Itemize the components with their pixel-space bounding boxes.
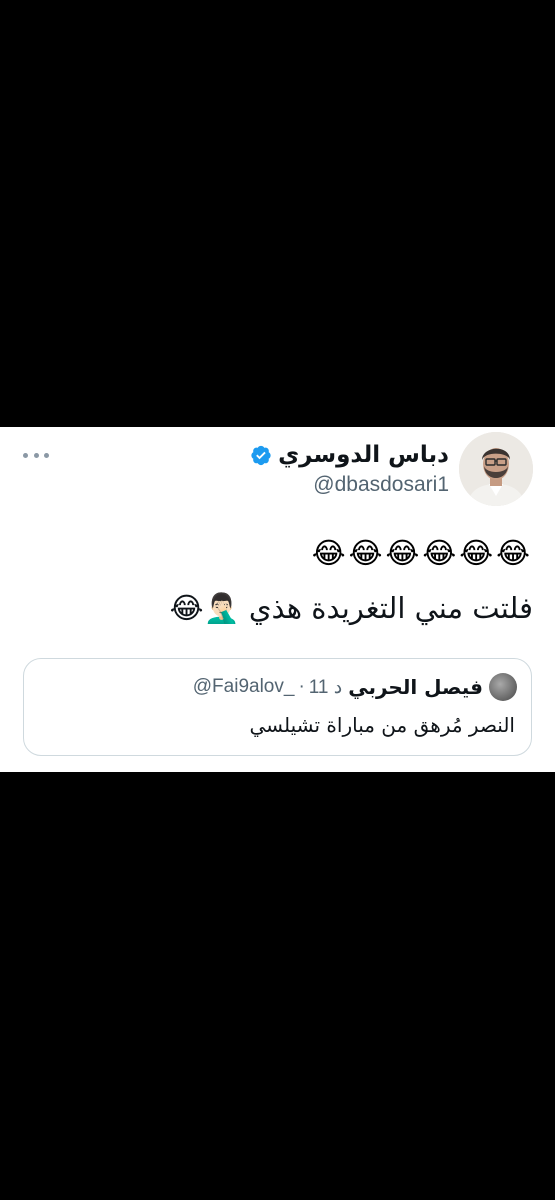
author-name-row[interactable]: دباس الدوسري bbox=[250, 441, 449, 469]
quoted-author-avatar[interactable] bbox=[489, 673, 517, 701]
quoted-tweet-header: فيصل الحربي @Fai9alov_ · 11 د bbox=[193, 673, 517, 701]
quoted-tweet-time[interactable]: 11 د bbox=[309, 676, 342, 699]
verified-badge-icon bbox=[250, 444, 272, 466]
author-handle[interactable]: @dbasdosari1 bbox=[313, 472, 449, 498]
quoted-tweet-card[interactable]: فيصل الحربي @Fai9alov_ · 11 د النصر مُره… bbox=[23, 658, 532, 756]
author-avatar[interactable] bbox=[459, 432, 533, 506]
quoted-tweet-text: النصر مُرهق من مباراة تشيلسي bbox=[249, 713, 515, 737]
quoted-author-handle[interactable]: @Fai9alov_ bbox=[193, 676, 295, 698]
quoted-tweet-meta: @Fai9alov_ · 11 د bbox=[193, 676, 342, 699]
tweet-text: فلتت مني التغريدة هذي 🤦🏻‍♂️😂 bbox=[169, 591, 533, 625]
tweet-emoji-line: 😂😂😂😂😂😂 bbox=[311, 536, 533, 570]
dot bbox=[44, 452, 49, 458]
quoted-author-name[interactable]: فيصل الحربي bbox=[348, 675, 483, 699]
meta-separator: · bbox=[298, 676, 305, 697]
author-display-name[interactable]: دباس الدوسري bbox=[278, 441, 449, 469]
dot bbox=[33, 452, 39, 458]
screenshot-canvas: دباس الدوسري @dbasdosari1 😂😂😂😂😂😂 فلتت من… bbox=[0, 0, 555, 1200]
dot bbox=[23, 452, 28, 458]
more-dots-icon[interactable] bbox=[23, 449, 49, 461]
tweet-card[interactable]: دباس الدوسري @dbasdosari1 😂😂😂😂😂😂 فلتت من… bbox=[0, 427, 555, 772]
